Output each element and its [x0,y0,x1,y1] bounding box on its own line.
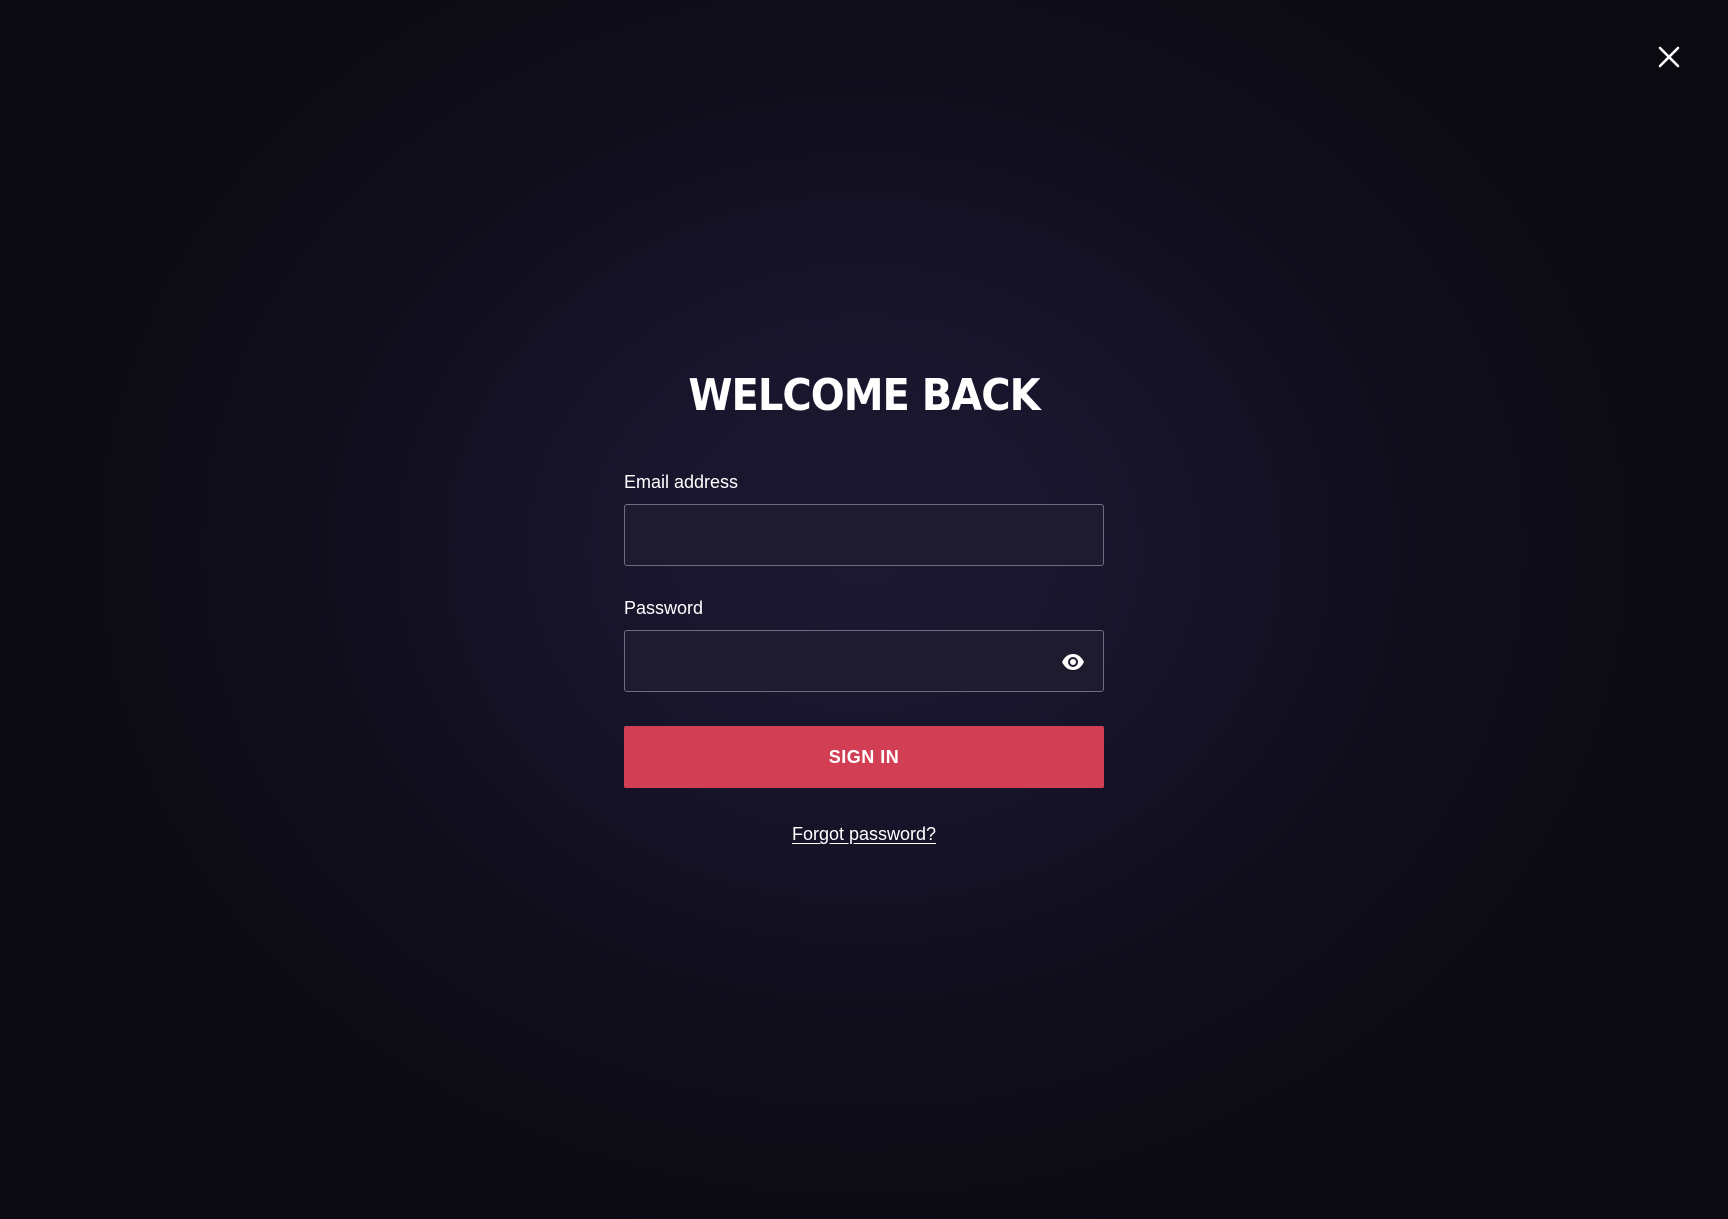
password-field-box [624,630,1104,692]
forgot-password-row: Forgot password? [624,824,1104,845]
close-button[interactable] [1654,42,1684,72]
email-field[interactable] [625,505,1103,565]
email-field-box [624,504,1104,566]
close-icon [1654,42,1684,72]
sign-in-button[interactable]: SIGN IN [624,726,1104,788]
sign-in-form: Email address Password SIGN IN Forgot pa… [624,468,1104,845]
eye-icon[interactable] [1061,651,1085,673]
password-group: Password [624,594,1104,692]
page-title: WELCOME BACK [688,371,1040,421]
email-label: Email address [624,472,739,492]
password-label: Password [624,598,704,618]
email-group: Email address [624,468,1104,566]
password-field[interactable] [625,631,1103,691]
forgot-password-link[interactable]: Forgot password? [792,824,936,844]
